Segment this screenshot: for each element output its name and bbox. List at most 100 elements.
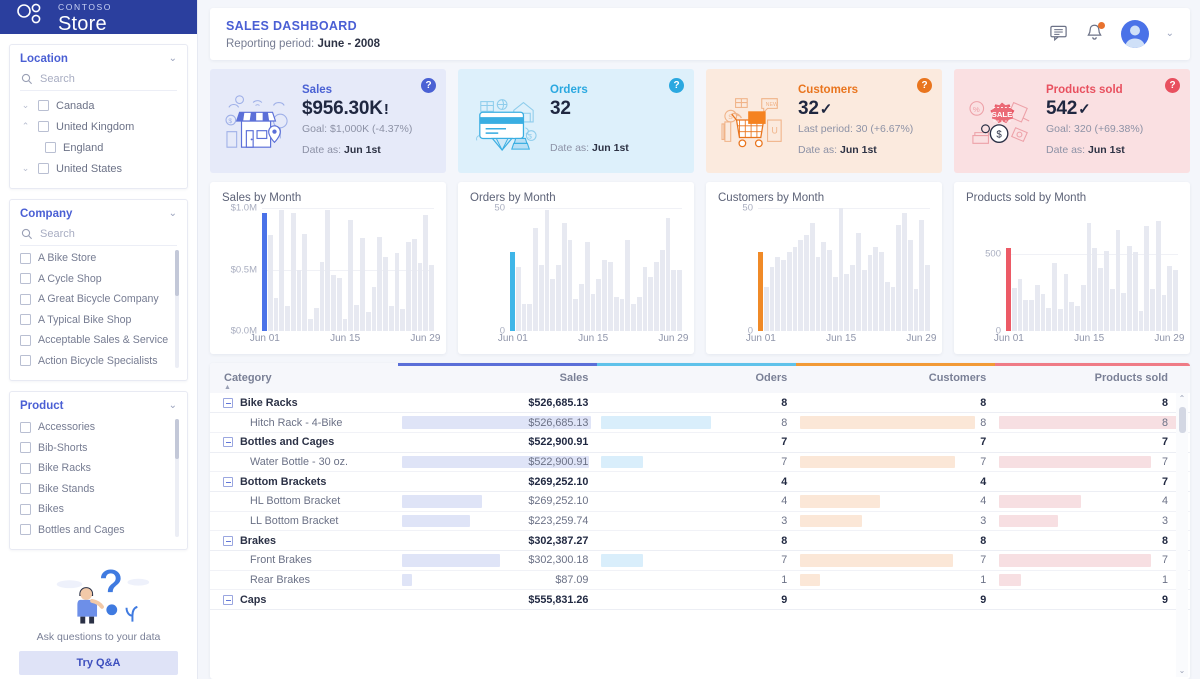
chart-bar[interactable] [648,276,654,331]
list-item[interactable]: Bikes [20,499,177,520]
column-header-sales[interactable]: Sales [398,363,598,393]
table-row[interactable]: Front Brakes $302,300.18 7 7 7 [210,550,1190,571]
chart-bar[interactable] [919,220,925,331]
chart-bar[interactable] [1098,267,1104,331]
help-icon[interactable]: ? [917,78,932,93]
product-panel-header[interactable]: Product ⌄ [20,400,177,412]
chart-bar[interactable] [383,257,388,331]
collapse-icon[interactable] [223,397,233,408]
chart-bar[interactable] [1150,288,1155,331]
list-item[interactable]: Action Bicycle Specialists [20,351,177,372]
chevron-down-icon[interactable]: ⌄ [169,209,177,219]
chart-bar[interactable] [1109,288,1115,331]
chart-bar[interactable] [561,222,567,331]
chart-bar[interactable] [781,259,786,331]
location-tree-item[interactable]: ⌄ United States [20,158,177,179]
chart-bar[interactable] [342,319,348,331]
chart-bar[interactable] [533,227,538,331]
list-item[interactable]: A Cycle Shop [20,269,177,290]
chart-bar[interactable] [354,304,360,331]
chevron-down-icon[interactable]: ⌄ [20,164,31,173]
chart-bar[interactable] [1161,294,1167,331]
chart-bar[interactable] [1092,247,1098,331]
chart-bar[interactable] [792,247,798,331]
chart-bar[interactable] [538,264,544,331]
chart-bar[interactable] [285,305,290,331]
user-avatar-icon[interactable] [1120,20,1149,48]
chart-bar[interactable] [625,239,631,331]
chart-bar[interactable] [325,209,331,331]
chart-bar[interactable] [411,239,417,331]
chevron-down-icon[interactable]: ⌄ [20,101,31,110]
column-header-customers[interactable]: Customers [796,363,996,393]
chart-bar[interactable] [573,299,579,331]
kpi-card-sales[interactable]: ? $ Sales $956.30K ! Goal: $1,000K (-4.3… [210,69,446,173]
product-checkbox[interactable] [20,442,31,454]
chart-bar[interactable] [1029,300,1034,331]
table-row[interactable]: LL Bottom Bracket $223,259.74 3 3 3 [210,511,1190,532]
chart-bar[interactable] [336,278,342,331]
chart-bar[interactable] [1115,229,1121,331]
location-checkbox[interactable] [38,163,49,174]
chart-bar[interactable] [527,303,533,331]
chart-bar[interactable] [832,276,838,331]
product-list[interactable]: Accessories Bib-Shorts Bike Racks Bike S… [20,417,179,541]
chart-bar[interactable] [902,212,907,331]
company-search-row[interactable]: Search [20,223,177,246]
list-item[interactable]: Acceptable Sales & Service [20,330,177,351]
help-icon[interactable]: ? [1165,78,1180,93]
company-checkbox[interactable] [20,355,31,367]
location-tree-item[interactable]: England [20,137,177,158]
chart-bar[interactable] [302,233,308,331]
product-checkbox[interactable] [20,483,31,495]
list-item[interactable]: A Bike Store [20,248,177,269]
chevron-up-icon[interactable]: ⌃ [1179,395,1186,403]
chevron-down-icon[interactable]: ⌄ [169,401,177,411]
chart-bar[interactable] [1057,308,1063,331]
chart-bar[interactable] [1155,221,1161,331]
chart-bar[interactable] [510,252,515,331]
chart-bars[interactable] [510,208,682,331]
chart-bar[interactable] [665,217,671,331]
chart-bar[interactable] [884,281,890,331]
table-row[interactable]: Water Bottle - 30 oz. $522,900.91 7 7 7 [210,452,1190,473]
bell-icon[interactable] [1085,22,1105,45]
table-row[interactable]: Bottom Brackets $269,252.10 4 4 7 [210,471,1190,492]
location-panel-header[interactable]: Location ⌄ [20,53,177,65]
chart-bar[interactable] [296,269,302,331]
chart-bar[interactable] [279,209,285,331]
company-checkbox[interactable] [20,293,31,305]
list-item[interactable]: Bike Racks [20,458,177,479]
list-item[interactable]: Bike Stands [20,479,177,500]
company-list[interactable]: A Bike Store A Cycle Shop A Great Bicycl… [20,248,179,372]
help-icon[interactable]: ? [669,78,684,93]
chart-bar[interactable] [619,299,625,331]
chart-bar[interactable] [360,238,365,331]
chart-bar[interactable] [1173,269,1178,331]
chart-bar[interactable] [308,318,313,331]
chart-bar[interactable] [913,289,919,331]
chart-bar[interactable] [584,242,590,331]
chart-bar[interactable] [925,264,930,331]
chart-bar[interactable] [400,309,406,331]
chevron-up-icon[interactable]: ⌃ [20,122,31,131]
location-tree-item[interactable]: ⌄ Canada [20,95,177,116]
try-qna-button[interactable]: Try Q&A [19,651,178,675]
help-icon[interactable]: ? [421,78,436,93]
table-row[interactable]: Rear Brakes $87.09 1 1 1 [210,570,1190,591]
list-item[interactable]: A Great Bicycle Company [20,289,177,310]
chart-bar[interactable] [867,254,873,331]
chart-bar[interactable] [763,286,769,331]
list-item[interactable]: Bottles and Cages [20,520,177,541]
list-item[interactable]: A Typical Bike Shop [20,310,177,331]
comment-icon[interactable] [1049,23,1068,45]
chart-bar[interactable] [521,303,527,331]
chart-bar[interactable] [596,279,602,331]
kpi-card-products-sold[interactable]: ? % SALE $ Products sold 542 ✓ Goal: 320… [954,69,1190,173]
chart-bar[interactable] [1011,287,1017,331]
company-checkbox[interactable] [20,273,31,285]
chart-bar[interactable] [827,249,832,331]
kpi-card-orders[interactable]: ? $ Orders 32 Date as: Jun 1st [458,69,694,173]
chart-bar[interactable] [838,208,844,331]
chevron-down-icon[interactable]: ⌄ [1166,29,1174,39]
